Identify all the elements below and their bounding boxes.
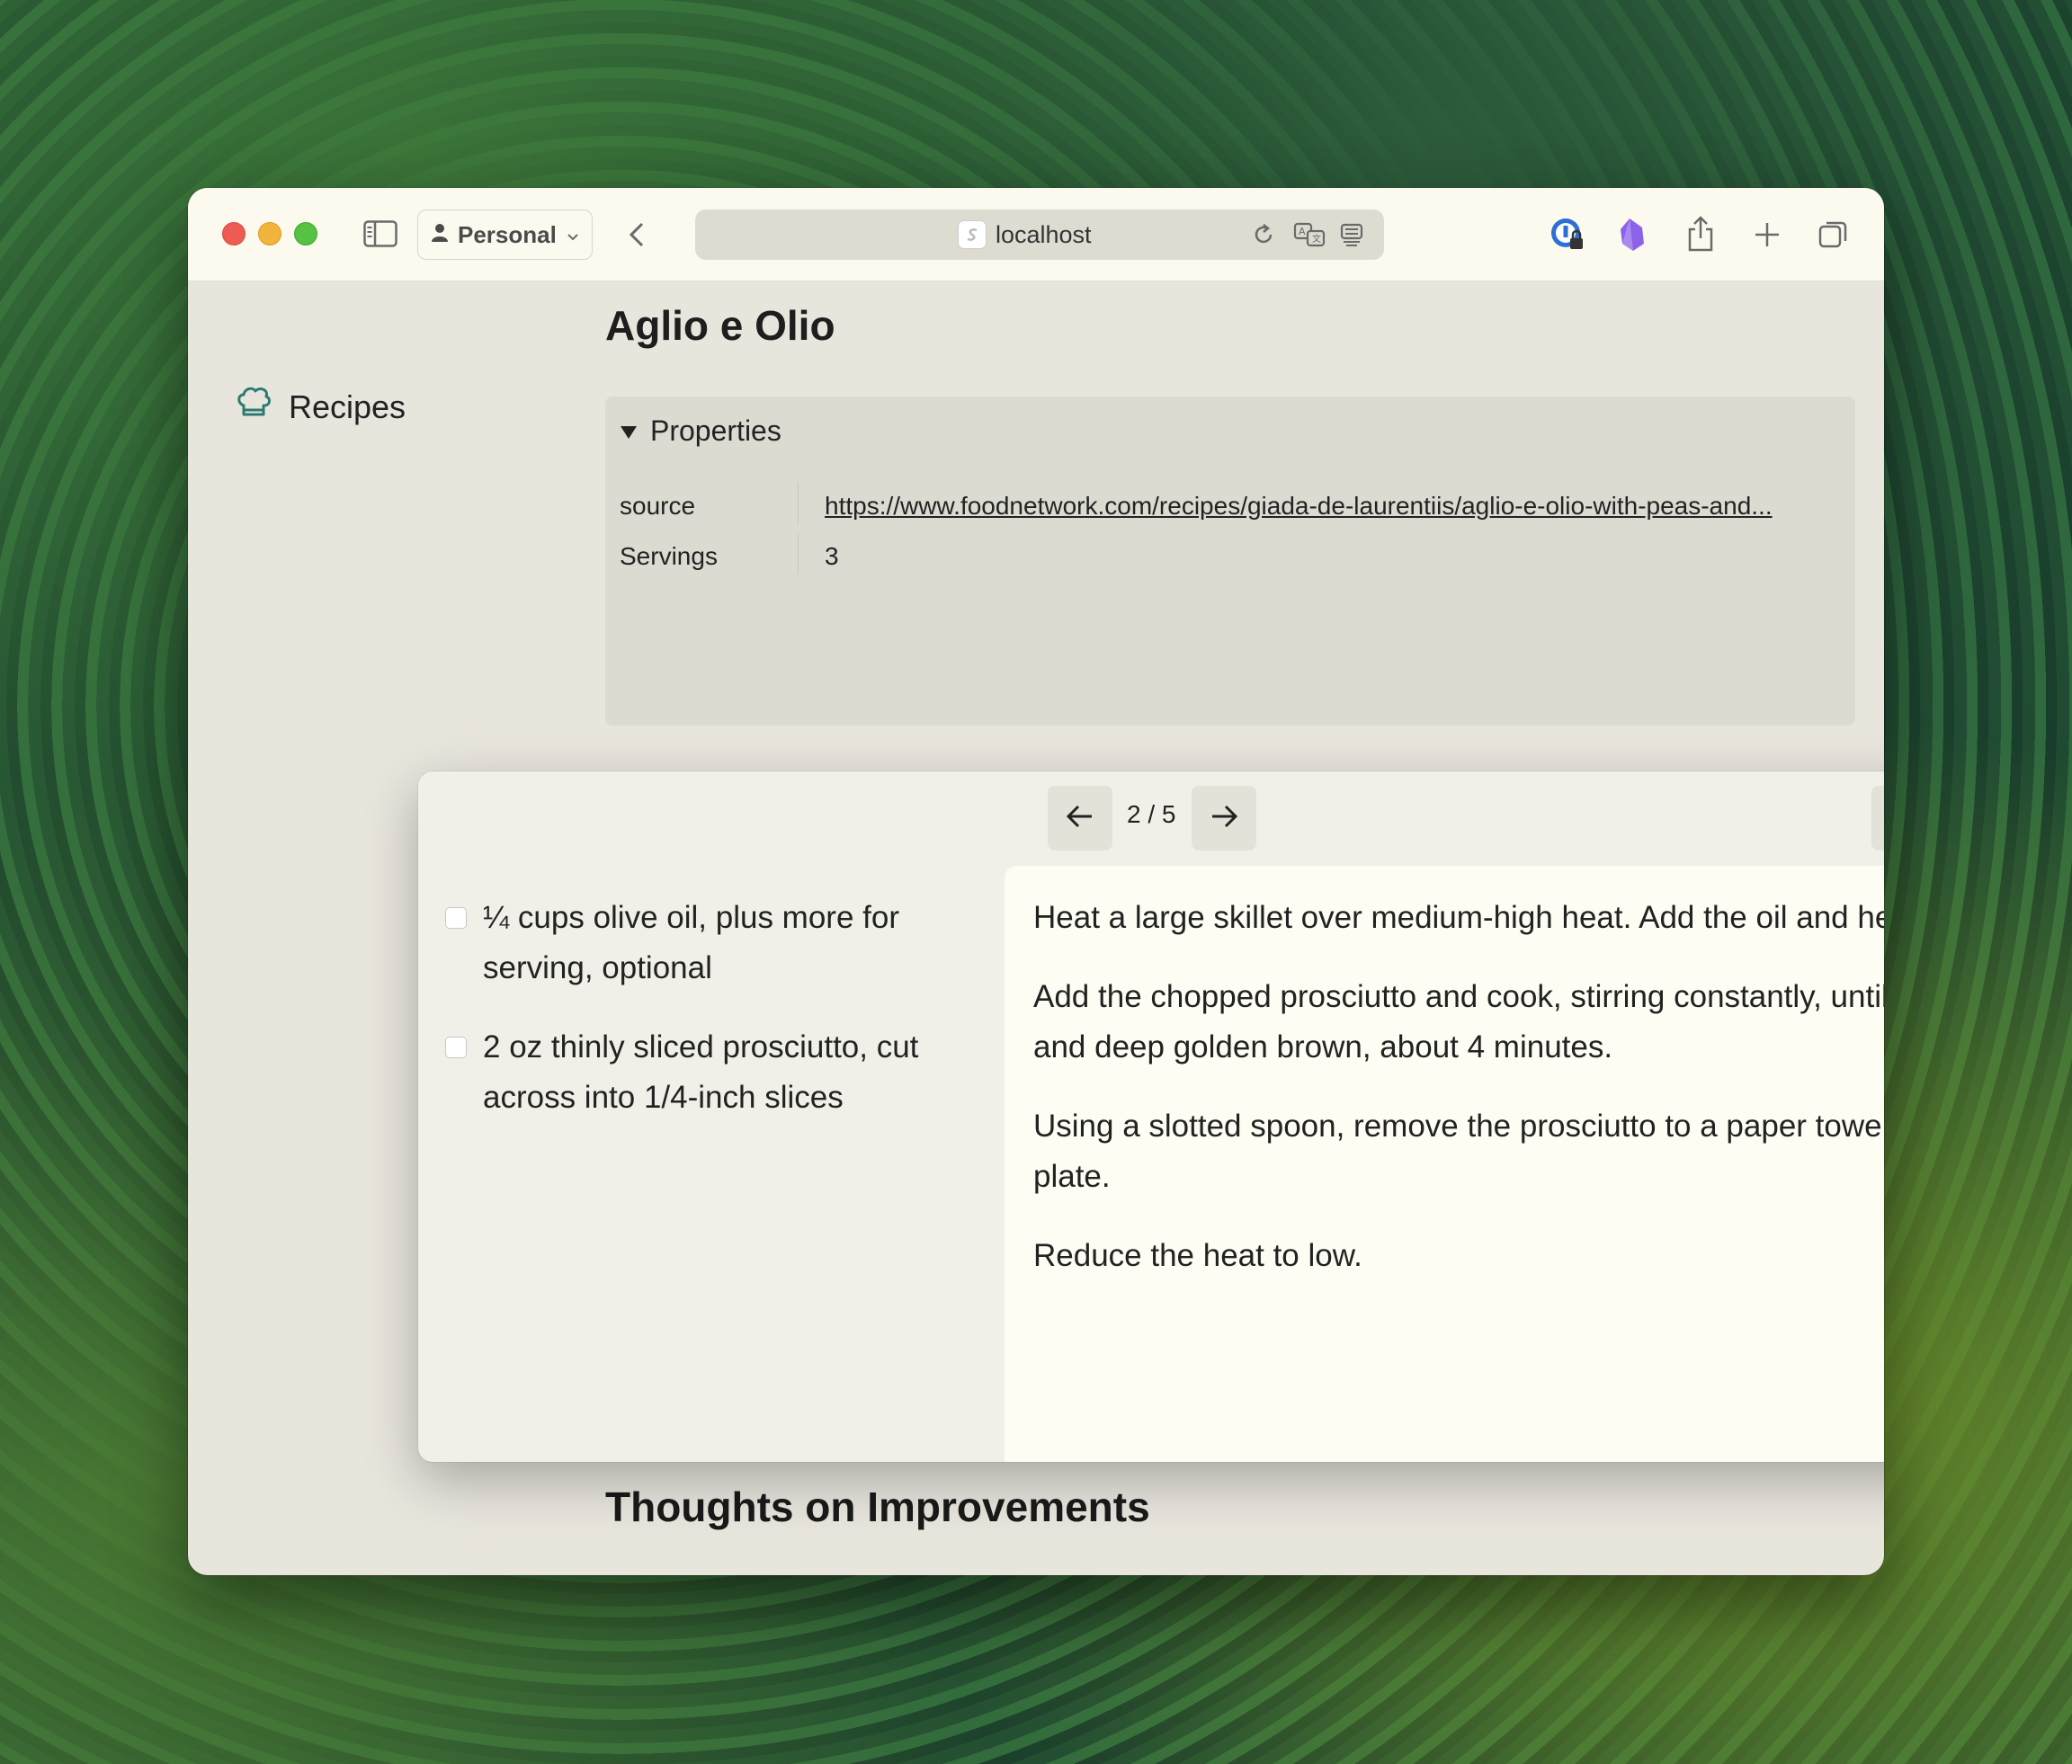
next-step-button[interactable] bbox=[1192, 786, 1256, 851]
back-arrow-icon[interactable] bbox=[623, 218, 650, 251]
property-divider bbox=[798, 483, 799, 524]
ingredient-checkbox[interactable] bbox=[445, 907, 467, 929]
arrow-right-icon bbox=[1210, 804, 1238, 833]
person-icon bbox=[431, 221, 449, 249]
step-counter: 2 / 5 bbox=[1127, 800, 1176, 828]
property-value-servings: 3 bbox=[825, 542, 839, 570]
svg-text:文: 文 bbox=[1312, 233, 1321, 245]
tab-overview-icon[interactable] bbox=[1816, 217, 1852, 253]
step-paragraph: Using a slotted spoon, remove the prosci… bbox=[1033, 1109, 1884, 1194]
step-paragraph: Reduce the heat to low. bbox=[1033, 1238, 1362, 1273]
browser-toolbar: Personal localhost A文 bbox=[188, 188, 1884, 281]
reload-icon[interactable] bbox=[1249, 220, 1278, 249]
obsidian-extension-icon[interactable] bbox=[1614, 215, 1650, 254]
sidebar-item-label: Recipes bbox=[289, 388, 406, 425]
properties-toggle[interactable]: Properties bbox=[620, 414, 781, 448]
sidebar-toggle-icon[interactable] bbox=[362, 218, 398, 249]
zoom-window-button[interactable] bbox=[294, 222, 317, 245]
profile-selector[interactable]: Personal bbox=[417, 209, 593, 260]
list-item: ¼ cups olive oil, plus more for serving,… bbox=[445, 893, 967, 993]
ingredient-checkbox[interactable] bbox=[445, 1037, 467, 1058]
arrow-left-icon bbox=[1066, 804, 1094, 833]
ingredient-text: 2 oz thinly sliced prosciutto, cut acros… bbox=[483, 1029, 919, 1115]
minimize-window-button[interactable] bbox=[258, 222, 281, 245]
section-heading: Thoughts on Improvements bbox=[605, 1483, 1150, 1530]
source-link[interactable]: https://www.foodnetwork.com/recipes/giad… bbox=[825, 492, 1841, 521]
previous-step-button[interactable] bbox=[1048, 786, 1112, 851]
property-key-source: source bbox=[620, 492, 696, 520]
translate-icon[interactable]: A文 bbox=[1292, 220, 1328, 249]
step-paragraph: Heat a large skillet over medium-high he… bbox=[1033, 900, 1884, 935]
profile-label: Personal bbox=[458, 220, 557, 248]
list-item: 2 oz thinly sliced prosciutto, cut acros… bbox=[445, 1022, 967, 1123]
cooking-mode-overlay: 2 / 5 ¼ cups olive oil, plus more for se… bbox=[418, 771, 1884, 1462]
close-window-button[interactable] bbox=[222, 222, 246, 245]
sidebar-item-recipes[interactable]: Recipes bbox=[235, 384, 406, 430]
property-divider bbox=[798, 533, 799, 575]
expand-button[interactable] bbox=[1871, 786, 1884, 851]
svg-text:A: A bbox=[1299, 226, 1306, 237]
property-key-servings: Servings bbox=[620, 542, 718, 570]
page-title: Aglio e Olio bbox=[605, 302, 835, 349]
reader-icon[interactable] bbox=[1337, 220, 1366, 249]
properties-label: Properties bbox=[650, 414, 781, 447]
browser-window: Personal localhost A文 Recipes Aglio e Ol… bbox=[188, 188, 1884, 1575]
address-bar[interactable]: localhost A文 bbox=[695, 209, 1384, 260]
chef-hat-icon bbox=[235, 384, 272, 430]
chevron-down-icon bbox=[566, 221, 580, 249]
site-favicon-icon bbox=[958, 220, 987, 249]
ingredients-list: ¼ cups olive oil, plus more for serving,… bbox=[445, 893, 967, 1152]
ingredient-text: ¼ cups olive oil, plus more for serving,… bbox=[483, 900, 899, 985]
password-manager-icon[interactable] bbox=[1548, 215, 1587, 254]
properties-panel: Properties source https://www.foodnetwor… bbox=[605, 396, 1855, 726]
steps-panel: Heat a large skillet over medium-high he… bbox=[1005, 866, 1884, 1462]
step-paragraph: Add the chopped prosciutto and cook, sti… bbox=[1033, 979, 1884, 1065]
share-icon[interactable] bbox=[1683, 213, 1719, 254]
steps-list: Heat a large skillet over medium-high he… bbox=[1033, 893, 1884, 1310]
url-text: localhost bbox=[996, 221, 1092, 248]
triangle-down-icon bbox=[620, 414, 638, 448]
new-tab-plus-icon[interactable] bbox=[1749, 217, 1785, 253]
